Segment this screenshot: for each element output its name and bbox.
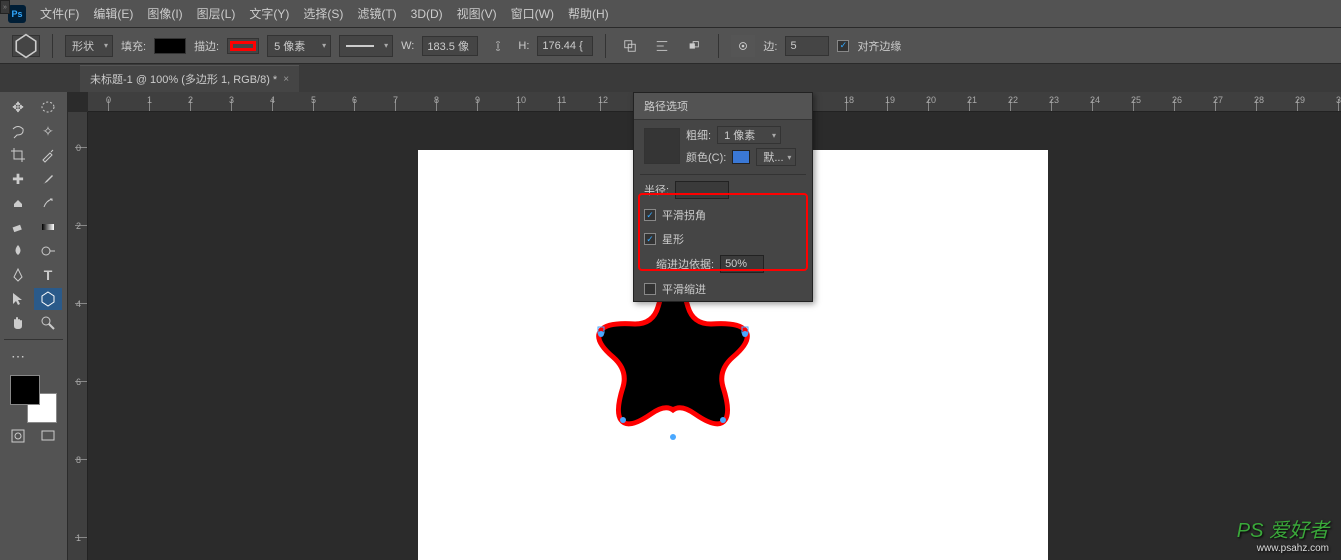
app-logo: Ps [8,5,26,23]
smooth-indent-checkbox[interactable] [644,283,656,295]
zoom-tool[interactable] [34,312,62,334]
star-checkbox[interactable] [644,233,656,245]
tab-title: 未标题-1 @ 100% (多边形 1, RGB/8) * [90,71,277,87]
menu-help[interactable]: 帮助(H) [568,5,609,22]
tool-mode-select[interactable]: 形状 [65,35,113,57]
color-swap[interactable] [10,375,57,423]
path-select-tool[interactable] [4,288,32,310]
divider [718,34,719,58]
watermark: PS 爱好者 www.psahz.com [1237,514,1329,554]
polygon-tool[interactable] [34,288,62,310]
document-tabs: » 未标题-1 @ 100% (多边形 1, RGB/8) * × [0,64,1341,92]
more-tools-icon[interactable]: ⋯ [4,345,32,367]
crop-tool[interactable] [4,144,32,166]
canvas-area: 0123456789101112131415161718192021222324… [68,92,1341,560]
stroke-label: 描边: [194,38,219,54]
path-preview [644,128,680,164]
document-tab[interactable]: 未标题-1 @ 100% (多边形 1, RGB/8) * × [80,65,299,92]
divider [52,34,53,58]
stroke-swatch[interactable] [227,38,259,54]
fill-label: 填充: [121,38,146,54]
close-tab-icon[interactable]: × [283,74,289,85]
color-select[interactable]: 默... [756,148,796,166]
height-field[interactable] [537,36,593,56]
menu-filter[interactable]: 滤镜(T) [357,5,396,22]
menu-edit[interactable]: 编辑(E) [93,5,133,22]
indent-field[interactable] [720,255,764,273]
thickness-value: 1 像素 [724,127,755,143]
separator [4,339,63,340]
path-color-swatch[interactable] [732,150,750,164]
lasso-tool[interactable] [4,120,32,142]
path-options-popup: 路径选项 粗细: 1 像素 颜色(C): 默... 半径: [633,92,813,302]
menu-type[interactable]: 文字(Y) [249,5,289,22]
marquee-tool[interactable] [34,96,62,118]
menu-file[interactable]: 文件(F) [40,5,79,22]
thickness-label: 粗细: [686,127,711,143]
clone-stamp-tool[interactable] [4,192,32,214]
magic-wand-tool[interactable]: ✧ [34,120,62,142]
divider [605,34,606,58]
smooth-corners-label: 平滑拐角 [662,207,706,223]
menubar: Ps 文件(F) 编辑(E) 图像(I) 图层(L) 文字(Y) 选择(S) 滤… [0,0,1341,28]
eyedropper-tool[interactable] [34,144,62,166]
pen-tool[interactable] [4,264,32,286]
screen-mode-icon[interactable] [34,425,62,447]
sides-label: 边: [763,38,777,54]
w-label: W: [401,40,414,52]
healing-tool[interactable]: ✚ [4,168,32,190]
toolbox: ✥ ✧ ✚ T ⋯ [0,92,68,560]
brush-tool[interactable] [34,168,62,190]
menu-view[interactable]: 视图(V) [457,5,497,22]
fill-swatch[interactable] [154,38,186,54]
main-area: « ✥ ✧ ✚ T ⋯ 0123456789101112131415161718… [0,92,1341,560]
h-label: H: [518,40,529,52]
ruler-vertical[interactable]: 024681 [68,112,88,560]
quick-mask-icon[interactable] [4,425,32,447]
fg-color[interactable] [10,375,40,405]
tool-mode-label: 形状 [72,38,94,54]
menu-3d[interactable]: 3D(D) [411,7,443,21]
smooth-corners-checkbox[interactable] [644,209,656,221]
smooth-indent-label: 平滑缩进 [662,281,706,297]
width-field[interactable] [422,36,478,56]
type-tool[interactable]: T [34,264,62,286]
stroke-width-field[interactable]: 5 像素 [267,35,331,57]
color-value: 默... [763,149,783,165]
separator [640,174,806,175]
stroke-style-select[interactable] [339,35,393,57]
stroke-width-value: 5 像素 [274,38,305,54]
tool-preset-icon[interactable] [12,35,40,57]
sides-field[interactable] [785,36,829,56]
hand-tool[interactable] [4,312,32,334]
link-wh-icon[interactable] [486,35,510,57]
eraser-tool[interactable] [4,216,32,238]
move-tool[interactable]: ✥ [4,96,32,118]
popup-title: 路径选项 [634,93,812,120]
gear-icon[interactable] [731,35,755,57]
thickness-field[interactable]: 1 像素 [717,126,781,144]
watermark-main: PS 爱好者 [1237,520,1329,542]
color-label: 颜色(C): [686,149,726,165]
menu-select[interactable]: 选择(S) [303,5,343,22]
path-operations-icon[interactable] [618,35,642,57]
menu-image[interactable]: 图像(I) [147,5,182,22]
radius-label: 半径: [644,182,669,198]
expand-panels-icon[interactable]: » [0,0,10,14]
watermark-sub: www.psahz.com [1237,543,1329,554]
history-brush-tool[interactable] [34,192,62,214]
star-label: 星形 [662,231,684,247]
align-edges-label: 对齐边缘 [857,38,901,54]
options-bar: 形状 填充: 描边: 5 像素 W: H: 边: 对齐边缘 [0,28,1341,64]
path-arrangement-icon[interactable] [682,35,706,57]
gradient-tool[interactable] [34,216,62,238]
menu-window[interactable]: 窗口(W) [511,5,554,22]
dodge-tool[interactable] [34,240,62,262]
menu-layer[interactable]: 图层(L) [197,5,236,22]
blur-tool[interactable] [4,240,32,262]
path-alignment-icon[interactable] [650,35,674,57]
radius-field[interactable] [675,181,729,199]
align-edges-checkbox[interactable] [837,40,849,52]
indent-label: 缩进边依据: [656,256,714,272]
